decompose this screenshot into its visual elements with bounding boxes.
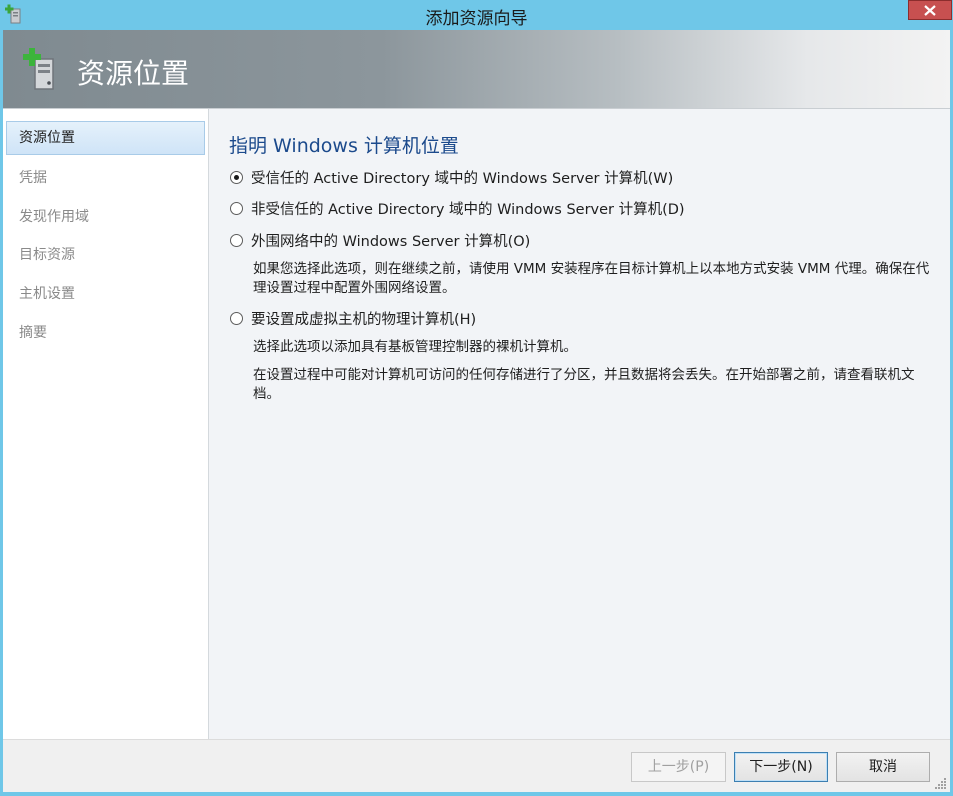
add-server-icon [23,48,54,90]
option-untrusted-ad-domain[interactable]: 非受信任的 Active Directory 域中的 Windows Serve… [230,198,685,218]
radio-button[interactable] [230,170,243,184]
sidebar-item-discovery-scope[interactable]: 发现作用域 [6,200,205,234]
cancel-button[interactable]: 取消 [836,752,930,782]
sidebar-item-resource-location[interactable]: 资源位置 [6,121,205,155]
sidebar-item-summary[interactable]: 摘要 [6,316,205,350]
option-label: 要设置成虚拟主机的物理计算机(H) [251,311,477,328]
sidebar-item-credentials[interactable]: 凭据 [6,161,205,195]
radio-button[interactable] [230,311,243,325]
sidebar-item-host-settings[interactable]: 主机设置 [6,277,205,311]
radio-button[interactable] [230,233,243,247]
option-physical-computer[interactable]: 要设置成虚拟主机的物理计算机(H) [230,308,476,328]
close-icon [924,4,936,16]
option-label: 非受信任的 Active Directory 域中的 Windows Serve… [251,201,685,218]
wizard-footer: 上一步(P) 下一步(N) 取消 [3,739,950,792]
sidebar-item-target-resources[interactable]: 目标资源 [6,238,205,272]
window-title: 添加资源向导 [425,9,528,29]
content-panel: 指明 Windows 计算机位置 受信任的 Active Directory 域… [209,109,950,739]
title-bar: 添加资源向导 [0,0,953,30]
option-trusted-ad-domain[interactable]: 受信任的 Active Directory 域中的 Windows Server… [230,167,673,187]
perimeter-description: 如果您选择此选项，则在继续之前，请使用 VMM 安装程序在目标计算机上以本地方式… [253,261,930,296]
next-button[interactable]: 下一步(N) [734,752,828,782]
previous-button[interactable]: 上一步(P) [631,752,726,782]
option-label: 受信任的 Active Directory 域中的 Windows Server… [251,170,674,187]
radio-button[interactable] [230,201,243,215]
wizard-window: 资源位置 资源位置 凭据 发现作用域 目标资源 主机设置 摘要 指明 Windo… [3,30,950,792]
option-label: 外围网络中的 Windows Server 计算机(O) [251,233,531,250]
wizard-steps-sidebar: 资源位置 凭据 发现作用域 目标资源 主机设置 摘要 [3,109,209,739]
wizard-header: 资源位置 [3,30,950,109]
page-title: 资源位置 [77,57,190,90]
resize-grip-icon[interactable] [933,776,947,790]
close-button[interactable] [908,0,952,20]
option-perimeter-network[interactable]: 外围网络中的 Windows Server 计算机(O) [230,230,530,250]
physical-description: 选择此选项以添加具有基板管理控制器的裸机计算机。 [253,339,577,355]
section-heading: 指明 Windows 计算机位置 [229,135,459,157]
data-loss-warning: 在设置过程中可能对计算机可访问的任何存储进行了分区，并且数据将会丢失。在开始部署… [253,367,915,402]
